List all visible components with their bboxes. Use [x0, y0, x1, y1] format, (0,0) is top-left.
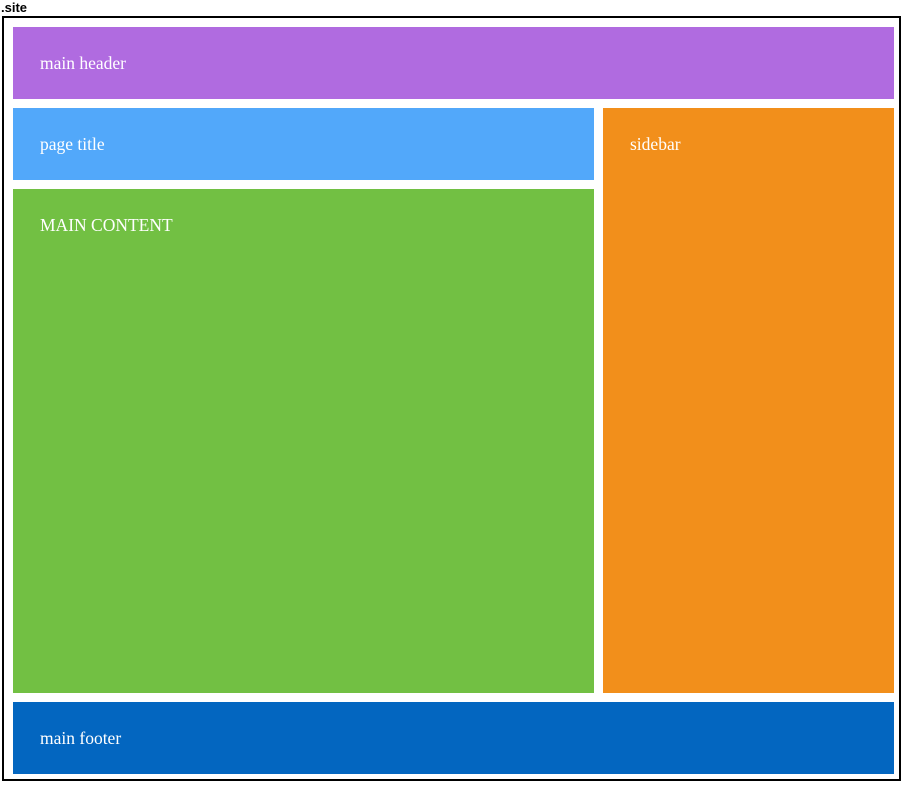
site-caption: .site [1, 0, 28, 15]
site-container: main header page title sidebar MAIN CONT… [2, 16, 901, 781]
main-footer: main footer [13, 702, 894, 774]
main-footer-label: main footer [40, 728, 122, 748]
page-title-area: page title [13, 108, 594, 180]
sidebar: sidebar [603, 108, 894, 693]
main-content-label: MAIN CONTENT [40, 215, 173, 235]
sidebar-label: sidebar [630, 134, 681, 154]
main-header-label: main header [40, 53, 126, 73]
main-content: MAIN CONTENT [13, 189, 594, 693]
page-title-label: page title [40, 134, 105, 154]
main-header: main header [13, 27, 894, 99]
